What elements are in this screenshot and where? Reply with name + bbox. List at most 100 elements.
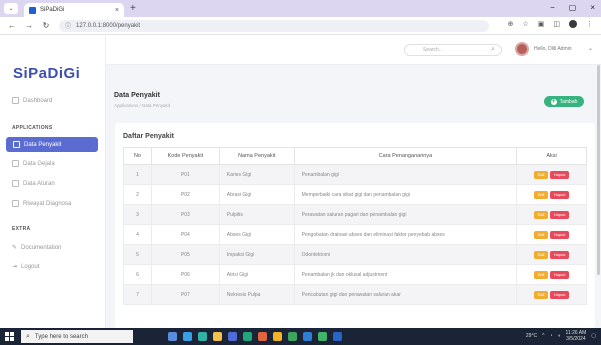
bookmark-star-icon[interactable]: ☆ (522, 20, 528, 28)
delete-button[interactable]: Hapus (550, 170, 570, 179)
cell-aksi: Edit Hapus (516, 204, 587, 225)
cell-no: 5 (123, 244, 152, 265)
delete-button[interactable]: Hapus (550, 210, 570, 219)
cell-kode: P03 (150, 204, 220, 225)
reload-icon[interactable]: ↻ (41, 21, 51, 30)
task-view-icon[interactable] (168, 332, 177, 341)
app-icon[interactable] (258, 332, 267, 341)
edit-button[interactable]: Edit (534, 250, 549, 259)
back-icon[interactable]: ← (7, 21, 17, 30)
cell-no: 2 (123, 184, 152, 205)
cell-nama: Karies Gigi (218, 164, 295, 185)
app-icon[interactable] (243, 332, 252, 341)
avatar[interactable] (515, 42, 529, 56)
header-kode: Kode Penyakit (150, 147, 220, 165)
cell-nama: Abrasi Gigi (218, 184, 295, 205)
table-card: Daftar Penyakit No Kode Penyakit Nama Pe… (115, 123, 595, 328)
sidebar-item-dashboard[interactable]: Dashboard (12, 97, 52, 104)
cell-nama: Atrisi Gigi (218, 264, 295, 285)
cell-nama: Nekrosis Pulpa (218, 284, 295, 305)
edit-button[interactable]: Edit (534, 210, 549, 219)
windows-start-icon[interactable] (5, 332, 14, 341)
app-icon[interactable] (318, 332, 327, 341)
zoom-icon[interactable]: ⊕ (508, 20, 514, 28)
clock[interactable]: 11:26 AM 3/5/2024 (566, 330, 587, 342)
search-placeholder: Search... (423, 47, 444, 53)
minimize-icon[interactable]: − (550, 3, 555, 12)
section-heading-extra: EXTRA (12, 226, 31, 232)
network-icon[interactable]: ◔ (549, 333, 552, 339)
file-explorer-icon[interactable] (213, 332, 222, 341)
app-icon[interactable] (303, 332, 312, 341)
sidebar-item-label: Documentation (21, 244, 62, 251)
taskbar-apps (168, 332, 342, 341)
add-button[interactable]: + Tambah (544, 96, 584, 107)
favicon-icon (29, 6, 36, 14)
extension-icon[interactable]: ▣ (538, 20, 545, 28)
app-icon[interactable] (228, 332, 237, 341)
weather-widget[interactable]: 29°C (526, 333, 537, 339)
cell-cara: Odontektomi (293, 244, 518, 265)
cell-nama: Abses Gigi (218, 224, 295, 245)
cell-no: 3 (123, 204, 152, 225)
edit-button[interactable]: Edit (534, 230, 549, 239)
close-tab-icon[interactable]: × (115, 7, 119, 14)
notification-icon[interactable]: ▢ (591, 333, 596, 339)
sidebar-item-documentation[interactable]: ✎ Documentation (12, 244, 62, 252)
sidebar-item-data-penyakit[interactable]: Data Penyakit (6, 137, 98, 152)
delete-button[interactable]: Hapus (550, 190, 570, 199)
header-cara: Cara Penanganannya (293, 147, 518, 165)
tray-chevron-icon[interactable]: ^ (542, 333, 544, 339)
delete-button[interactable]: Hapus (550, 250, 570, 259)
sidebar-item-data-aturan[interactable]: Data Aturan (12, 180, 55, 187)
sidebar-item-data-gejala[interactable]: Data Gejala (12, 160, 55, 167)
logout-icon: ⇥ (12, 264, 18, 270)
delete-button[interactable]: Hapus (550, 230, 570, 239)
browser-menu-icon[interactable]: ⋮ (586, 20, 593, 28)
edge-icon[interactable] (183, 332, 192, 341)
delete-button[interactable]: Hapus (550, 270, 570, 279)
cell-aksi: Edit Hapus (516, 244, 587, 265)
breadcrumb: Applications / Data Penyakit (114, 103, 171, 108)
close-window-icon[interactable]: × (590, 3, 595, 12)
cell-no: 7 (123, 284, 152, 305)
maximize-icon[interactable]: ▢ (569, 3, 577, 12)
cell-cara: Pencabutan gigi dan perawatan saluran ak… (293, 284, 518, 305)
brand-logo[interactable]: SiPaDiGi (13, 65, 80, 82)
sidebar-item-logout[interactable]: ⇥ Logout (12, 263, 39, 271)
edit-button[interactable]: Edit (534, 290, 549, 299)
edit-button[interactable]: Edit (534, 170, 549, 179)
new-tab-button[interactable]: + (130, 3, 136, 14)
url-input[interactable]: ⓘ 127.0.0.1:8000/penyakit (59, 19, 489, 32)
search-icon[interactable]: ⌕ (491, 46, 495, 54)
profile-icon[interactable] (569, 20, 577, 28)
cell-kode: P04 (150, 224, 220, 245)
search-input[interactable]: Search... ⌕ (404, 44, 502, 56)
cell-aksi: Edit Hapus (516, 264, 587, 285)
app-icon[interactable] (198, 332, 207, 341)
sidebar-item-riwayat-diagnosa[interactable]: Riwayat Diagnosa (12, 200, 71, 207)
user-name[interactable]: Hello, Dilli Admin (534, 46, 572, 52)
site-info-icon[interactable]: ⓘ (65, 21, 71, 30)
app-icon[interactable] (288, 332, 297, 341)
dashboard-icon (12, 97, 19, 104)
sidebar: SiPaDiGi Dashboard APPLICATIONS Data Pen… (0, 35, 106, 328)
address-bar-row: ← → ↻ ⓘ 127.0.0.1:8000/penyakit ⊕ ☆ ▣ ◫ … (0, 17, 601, 35)
tab-list-button[interactable]: ⌄ (4, 3, 18, 14)
cell-aksi: Edit Hapus (516, 224, 587, 245)
volume-icon[interactable]: ◖ (557, 333, 560, 339)
sidebar-panel-icon[interactable]: ◫ (553, 20, 560, 28)
chrome-icon[interactable] (273, 332, 282, 341)
edit-button[interactable]: Edit (534, 270, 549, 279)
forward-icon[interactable]: → (24, 21, 34, 30)
edit-button[interactable]: Edit (534, 190, 549, 199)
pencil-icon: ✎ (12, 245, 18, 251)
chevron-down-icon[interactable]: ⌄ (588, 45, 593, 52)
delete-button[interactable]: Hapus (550, 290, 570, 299)
card-title: Daftar Penyakit (123, 133, 174, 140)
app-icon[interactable] (333, 332, 342, 341)
browser-tab[interactable]: SiPaDiGi × (24, 3, 124, 17)
page-scrollbar[interactable] (597, 65, 600, 275)
penyakit-table: No Kode Penyakit Nama Penyakit Cara Pena… (123, 147, 587, 305)
taskbar-search-input[interactable]: ⌕ Type here to search (21, 330, 133, 343)
